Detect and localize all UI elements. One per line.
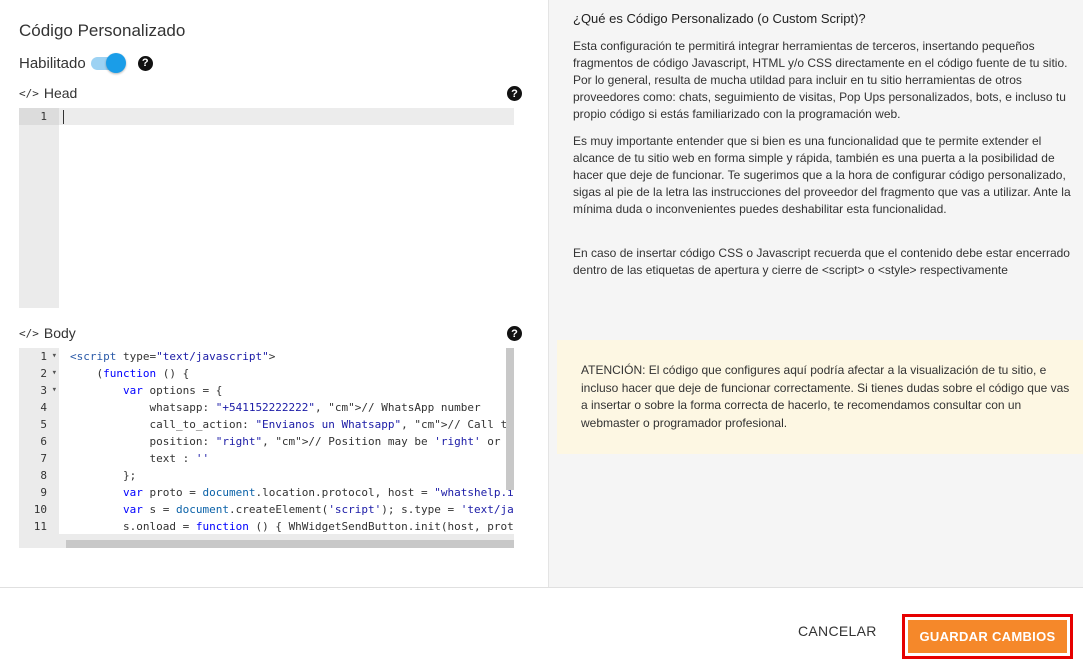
editor-panel: Código Personalizado Habilitado ? </> He…: [0, 0, 548, 587]
body-gutter: 123456789101112: [19, 348, 59, 548]
line-number: 2: [19, 365, 59, 382]
line-number: 11: [33, 520, 47, 533]
vertical-scrollbar[interactable]: [506, 348, 514, 490]
head-help-icon[interactable]: ?: [507, 86, 522, 101]
save-button-highlight: GUARDAR CAMBIOS: [902, 614, 1073, 659]
info-title: ¿Qué es Código Personalizado (o Custom S…: [573, 11, 866, 26]
body-help-icon[interactable]: ?: [507, 326, 522, 341]
code-icon: </>: [19, 326, 39, 340]
code-line: position: "right", "cm">// Position may …: [70, 435, 514, 448]
line-number: 1: [19, 348, 59, 365]
code-line: text : '': [70, 452, 210, 465]
body-code-editor[interactable]: 123456789101112 <script type="text/javas…: [19, 348, 514, 548]
cancel-button[interactable]: CANCELAR: [798, 623, 877, 639]
line-number: 6: [40, 435, 47, 448]
line-number: 3: [19, 382, 59, 399]
code-line: s.onload = function () { WhWidgetSendBut…: [70, 520, 514, 533]
head-label-text: Head: [43, 85, 78, 101]
help-icon[interactable]: ?: [137, 55, 153, 71]
custom-script-dialog: Código Personalizado Habilitado ? </> He…: [0, 0, 1083, 664]
line-number: 7: [40, 452, 47, 465]
dialog-footer: CANCELAR GUARDAR CAMBIOS: [0, 587, 1083, 664]
horizontal-scrollbar[interactable]: [66, 540, 514, 548]
line-number: 1: [19, 108, 59, 125]
code-icon: </>: [19, 86, 39, 100]
text-cursor: [63, 110, 64, 124]
body-label-text: Body: [43, 325, 76, 341]
enabled-label: Habilitado: [19, 54, 86, 72]
code-line: var options = {: [122, 384, 223, 397]
code-line: (function () {: [70, 367, 190, 380]
head-gutter: 1: [19, 108, 59, 308]
warning-box: ATENCIÓN: El código que configures aquí …: [557, 340, 1083, 454]
info-paragraph-1: Esta configuración te permitirá integrar…: [573, 39, 1068, 121]
toggle-knob: [105, 53, 126, 73]
head-code-editor[interactable]: 1: [19, 108, 514, 308]
code-line: var proto = document.location.protocol, …: [122, 486, 514, 499]
save-button[interactable]: GUARDAR CAMBIOS: [908, 620, 1067, 653]
code-line: call_to_action: "Envianos un Whatsapp", …: [70, 418, 513, 431]
warning-text: ATENCIÓN: El código que configures aquí …: [581, 363, 1070, 430]
line-number: 9: [40, 486, 47, 499]
info-paragraph-2: Es muy importante entender que si bien e…: [573, 134, 1071, 216]
line-number: 4: [40, 401, 47, 414]
active-line: [59, 108, 514, 125]
body-code: <script type="text/javascript"> (functio…: [59, 348, 514, 548]
enabled-toggle[interactable]: [90, 53, 128, 73]
code-line: var s = document.createElement('script')…: [122, 503, 514, 516]
enabled-row: Habilitado ?: [19, 53, 153, 73]
body-label: </> Body: [19, 325, 76, 341]
info-paragraph-3: En caso de insertar código CSS o Javascr…: [573, 246, 1070, 277]
head-label: </> Head: [19, 85, 77, 101]
line-number: 10: [33, 503, 47, 516]
code-line: <script type="text/javascript">: [70, 350, 276, 363]
line-number: 5: [40, 418, 47, 431]
code-line: };: [70, 469, 137, 482]
code-line: whatsapp: "+541152222222", "cm">// Whats…: [70, 401, 481, 414]
info-panel: ¿Qué es Código Personalizado (o Custom S…: [548, 0, 1083, 587]
page-title: Código Personalizado: [19, 21, 186, 40]
line-number: 8: [40, 469, 47, 482]
